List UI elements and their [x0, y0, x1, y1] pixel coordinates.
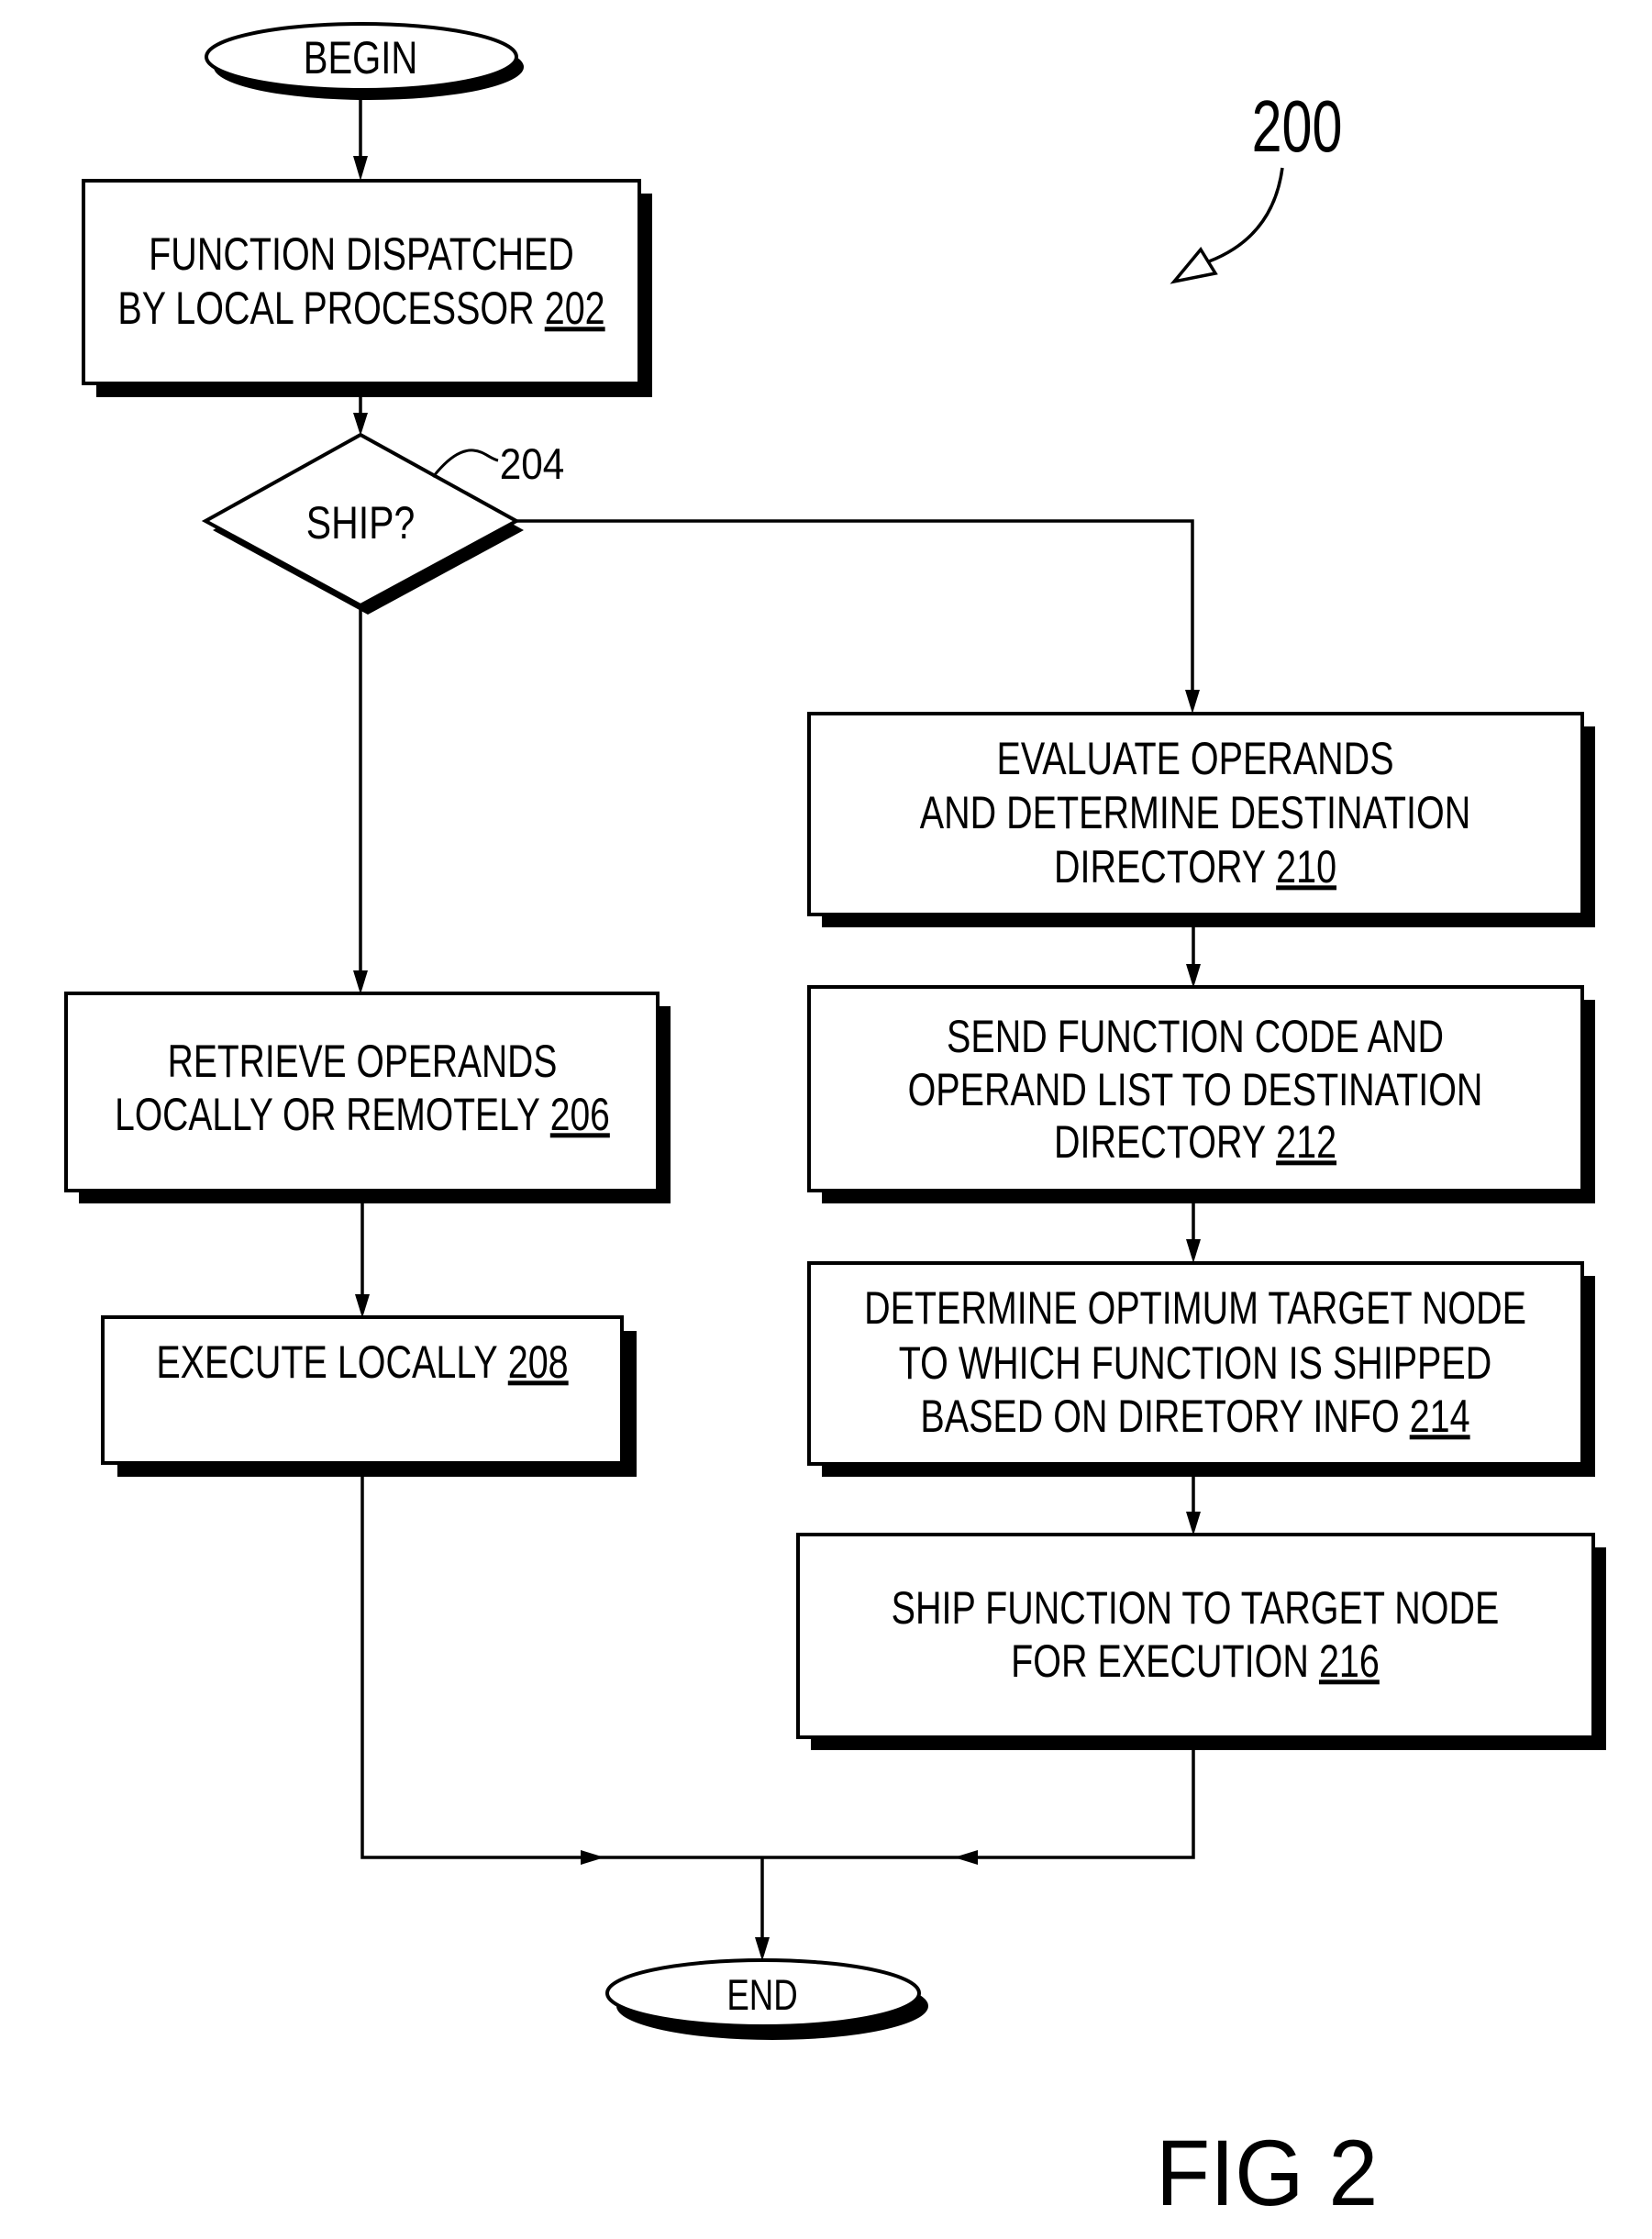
step-reference-number: 208 [508, 1336, 569, 1389]
end-terminal: END [605, 1958, 928, 2040]
step-text-line: FOR EXECUTION 216 [1011, 1635, 1380, 1688]
begin-terminal: BEGIN [205, 22, 524, 100]
step-reference-number: 202 [545, 283, 605, 335]
step-box-210: EVALUATE OPERANDS AND DETERMINE DESTINAT… [807, 712, 1595, 927]
figure-caption: FIG 2 [1156, 2122, 1378, 2226]
step-text-line: BASED ON DIRETORY INFO 214 [920, 1391, 1469, 1443]
step-text-line: OPERAND LIST TO DESTINATION [908, 1064, 1483, 1116]
step-reference-number: 214 [1410, 1391, 1470, 1443]
flowchart-diagram: 200 BEGIN FUNCTION DISPATCHED BY LOCAL P… [0, 0, 1652, 2239]
begin-terminal-label: BEGIN [304, 32, 417, 83]
step-text-line: SHIP FUNCTION TO TARGET NODE [892, 1582, 1500, 1635]
step-text-line: RETRIEVE OPERANDS [168, 1035, 558, 1087]
step-reference-number: 210 [1276, 841, 1336, 893]
step-text-line: TO WHICH FUNCTION IS SHIPPED [899, 1337, 1492, 1390]
figure-reference-number: 200 [1252, 84, 1343, 167]
decision-label: SHIP? [306, 497, 415, 549]
step-text-line: DIRECTORY 210 [1054, 841, 1336, 893]
step-box-208: EXECUTE LOCALLY 208 [101, 1315, 637, 1477]
step-reference-number: 206 [550, 1088, 610, 1140]
step-box-202: FUNCTION DISPATCHED BY LOCAL PROCESSOR 20… [82, 179, 652, 397]
end-terminal-label: END [726, 1971, 797, 2019]
step-text-line: FUNCTION DISPATCHED [149, 228, 574, 281]
step-text-line: BY LOCAL PROCESSOR 202 [117, 283, 604, 335]
step-text-line: EVALUATE OPERANDS [996, 733, 1393, 785]
step-text-line: SEND FUNCTION CODE AND [947, 1011, 1444, 1063]
step-box-206: RETRIEVE OPERANDS LOCALLY OR REMOTELY 206 [64, 992, 671, 1203]
step-text-line: DETERMINE OPTIMUM TARGET NODE [864, 1282, 1526, 1335]
step-text-line: LOCALLY OR REMOTELY 206 [115, 1088, 610, 1140]
step-text-line: AND DETERMINE DESTINATION [920, 787, 1470, 839]
step-box-212: SEND FUNCTION CODE AND OPERAND LIST TO D… [807, 985, 1595, 1203]
step-box-214: DETERMINE OPTIMUM TARGET NODE TO WHICH F… [807, 1261, 1595, 1477]
decision-reference-number: 204 [500, 441, 565, 489]
step-box-216: SHIP FUNCTION TO TARGET NODE FOR EXECUTI… [796, 1533, 1606, 1750]
step-reference-number: 212 [1276, 1116, 1336, 1169]
step-text-line: DIRECTORY 212 [1054, 1116, 1336, 1169]
step-reference-number: 216 [1319, 1635, 1380, 1688]
